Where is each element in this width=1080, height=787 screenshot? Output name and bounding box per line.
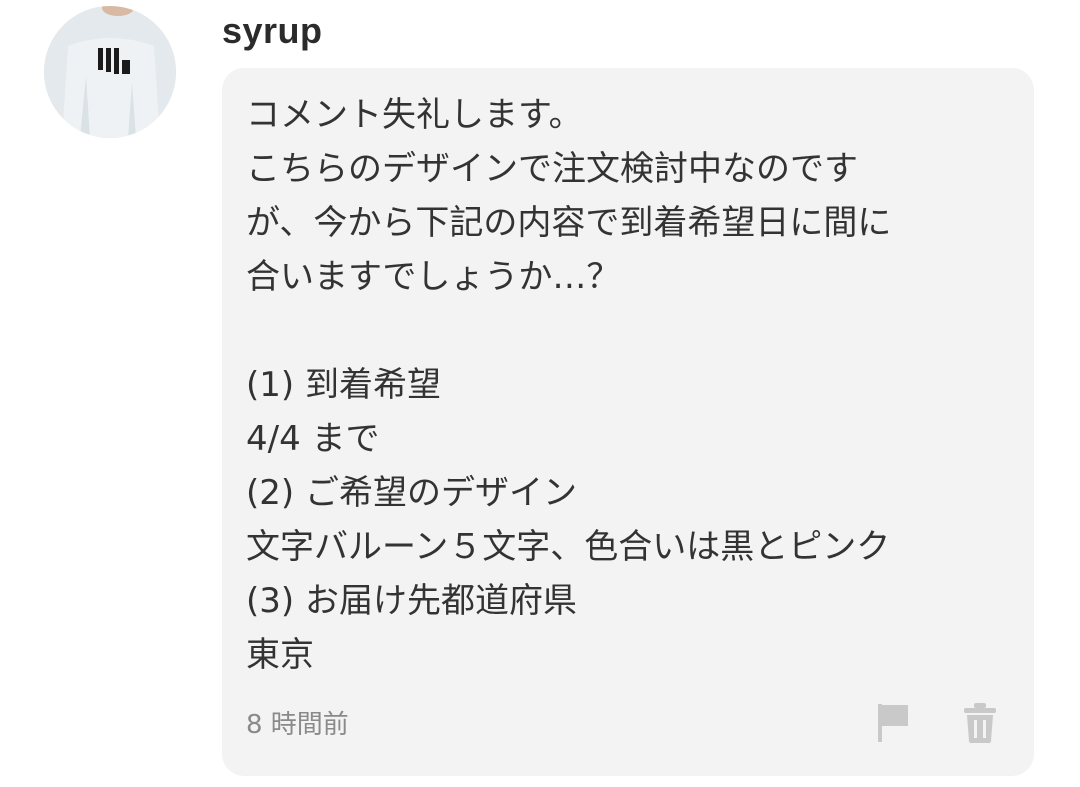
comment-blank-line [246,304,1016,358]
comment-item: syrup コメント失礼します。 こちらのデザインで注文検討中なのです が、今か… [0,0,1080,787]
comment-bubble: コメント失礼します。 こちらのデザインで注文検討中なのです が、今から下記の内容… [222,68,1034,776]
comment-line: 4/4 まで [246,419,380,459]
comment-line: 合いますでしょうか…？ [246,257,621,297]
comment-line: (3) お届け先都道府県 [246,581,577,621]
comment-body: コメント失礼します。 こちらのデザインで注文検討中なのです が、今から下記の内容… [246,88,1016,682]
comment-username[interactable]: syrup [222,10,323,52]
trash-icon [964,703,996,743]
comment-line: 文字バルーン５文字、色合いは黒とピンク [246,527,891,567]
comment-line: が、今から下記の内容で到着希望日に間に [246,203,892,243]
comment-line: こちらのデザインで注文検討中なのです [246,149,858,189]
comment-line: 東京 [246,635,314,675]
comment-timestamp: 8 時間前 [246,710,349,740]
avatar[interactable] [44,6,176,138]
comment-line: (2) ご希望のデザイン [246,473,577,513]
comment-line: (1) 到着希望 [246,365,441,405]
comment-line: コメント失礼します。 [246,95,583,135]
flag-icon [878,704,908,742]
delete-button[interactable] [962,700,998,744]
report-button[interactable] [874,700,914,744]
avatar-photo-icon [44,6,176,138]
